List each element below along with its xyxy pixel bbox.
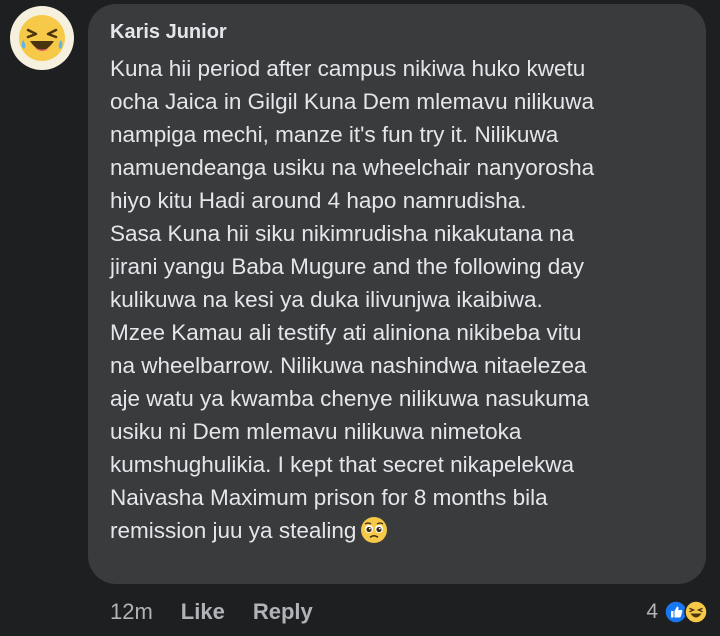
comment-actions: 12m Like Reply [110, 594, 313, 630]
comment-line: namuendeanga usiku na wheelchair nanyoro… [110, 155, 595, 180]
comment-line: hiyo kitu Hadi around 4 hapo namrudisha. [110, 188, 527, 213]
comment-last-line: remission juu ya stealing [110, 514, 688, 547]
comment-line: na wheelbarrow. Nilikuwa nashindwa nitae… [110, 353, 587, 378]
reaction-count: 4 [646, 600, 658, 623]
comment-line: kumshughulikia. I kept that secret nikap… [110, 452, 574, 477]
reply-button[interactable]: Reply [253, 599, 313, 625]
haha-reaction-icon [684, 600, 708, 624]
avatar[interactable] [10, 6, 74, 70]
comment-line: kulikuwa na kesi ya duka ilivunjwa ikaib… [110, 287, 543, 312]
comment-line: Kuna hii period after campus nikiwa huko… [110, 56, 586, 81]
comment-line: Naivasha Maximum prison for 8 months bil… [110, 485, 548, 510]
comment-screen: Karis Junior Kuna hii period after campu… [0, 0, 720, 636]
comment-bubble: Karis Junior Kuna hii period after campu… [88, 4, 706, 584]
comment-line: usiku ni Dem mlemavu nilikuwa nimetoka [110, 419, 522, 444]
reaction-summary[interactable]: 4 [646, 594, 708, 630]
comment-author[interactable]: Karis Junior [110, 18, 688, 46]
comment-line: Sasa Kuna hii siku nikimrudisha nikakuta… [110, 221, 575, 246]
comment-line: Mzee Kamau ali testify ati aliniona niki… [110, 320, 582, 345]
comment-line-text: remission juu ya stealing [110, 518, 357, 543]
like-button[interactable]: Like [181, 599, 225, 625]
comment-body: Kuna hii period after campus nikiwa huko… [110, 52, 688, 547]
comment-line: ocha Jaica in Gilgil Kuna Dem mlemavu ni… [110, 89, 594, 114]
pleading-face-emoji [360, 516, 388, 544]
comment-line: nampiga mechi, manze it's fun try it. Ni… [110, 122, 559, 147]
comment-line: aje watu ya kwamba chenye nilikuwa nasuk… [110, 386, 590, 411]
comment-timestamp[interactable]: 12m [110, 599, 153, 625]
comment-line: jirani yangu Baba Mugure and the followi… [110, 254, 585, 279]
laughing-face-icon [19, 15, 65, 61]
